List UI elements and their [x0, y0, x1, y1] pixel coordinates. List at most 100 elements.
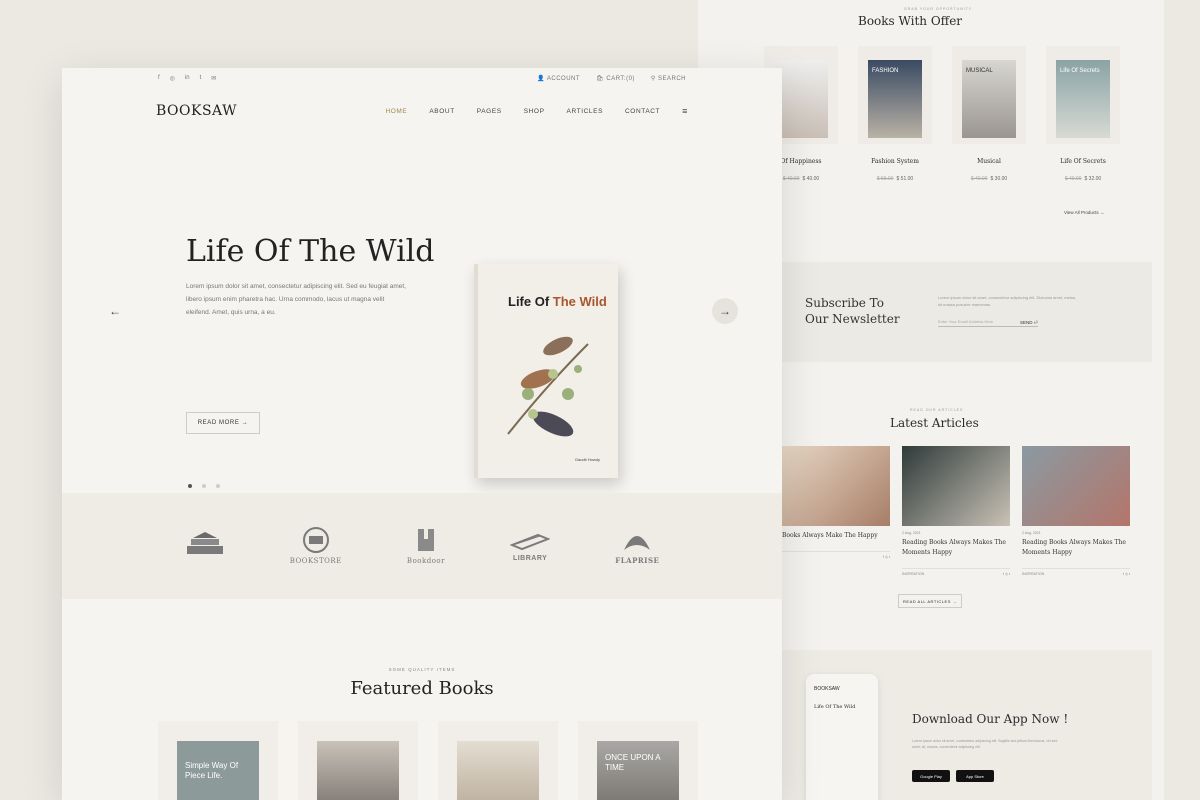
offer-name[interactable]: Musical [952, 158, 1026, 165]
search-link[interactable]: ⚲ SEARCH [651, 75, 686, 82]
offer-section-title: Books With Offer [858, 14, 963, 28]
flaprise-arch-icon [624, 535, 651, 550]
offer-cover-label: Life Of Secrets [1060, 68, 1100, 74]
featured-book-card[interactable] [438, 721, 558, 800]
top-links: 👤 ACCOUNT 🛍 CART:(0) ⚲ SEARCH [537, 75, 686, 82]
articles-tag: READ OUR ARTICLES [910, 408, 964, 412]
offer-price: $ 40.00 $ 32.00 [1064, 176, 1102, 182]
view-all-products-link[interactable]: View All Products → [1064, 210, 1104, 215]
offer-cards: FASHION MUSICAL Life Of Secrets [764, 46, 1120, 144]
nav-item-shop[interactable]: SHOP [524, 108, 545, 115]
instagram-icon[interactable]: ◎ [170, 75, 175, 82]
account-link[interactable]: 👤 ACCOUNT [537, 75, 580, 82]
offer-cover-image: FASHION [868, 60, 922, 138]
article-title[interactable]: Books Always Make The Happy [782, 531, 890, 541]
bird-illustration-icon [507, 336, 589, 437]
offer-name[interactable]: Life Of Secrets [1046, 158, 1120, 165]
hero-title: Life Of The Wild [186, 234, 435, 269]
offer-name[interactable]: Fashion System [858, 158, 932, 165]
main-nav: BOOKSAW HOME ABOUT PAGES SHOP ARTICLES C… [62, 88, 782, 134]
linkedin-icon[interactable]: in [185, 75, 190, 82]
offer-card[interactable]: Life Of Secrets [1046, 46, 1120, 144]
top-bar: f ◎ in t ✉ 👤 ACCOUNT 🛍 CART:(0) ⚲ SEARCH [62, 68, 782, 88]
featured-books-section: SOME QUALITY ITEMS Featured Books Simple… [62, 599, 782, 800]
featured-book-card[interactable]: Simple Way Of Piece Life. [158, 721, 278, 800]
newsletter-send-button[interactable]: SEND ⏎ [1020, 320, 1038, 326]
article-image [1022, 446, 1130, 526]
book-cover-author: Gaudit Howdy [574, 457, 600, 462]
offer-price: $ 40.00 $ 30.00 [970, 176, 1008, 182]
featured-title: Featured Books [350, 678, 494, 699]
slider-dot[interactable] [216, 484, 220, 488]
slider-dot[interactable] [188, 484, 192, 488]
featured-cover: Simple Way Of Piece Life. [177, 741, 259, 800]
offer-price: $ 55.00 $ 51.00 [876, 176, 914, 182]
read-more-button[interactable]: READ MORE → [186, 412, 260, 434]
newsletter-title: Subscribe To Our Newsletter [805, 296, 900, 326]
brand-logo: LIBRARY [510, 531, 551, 562]
article-title[interactable]: Reading Books Always Makes The Moments H… [902, 538, 1010, 558]
store-buttons: Google Play App Store [912, 770, 994, 782]
cart-link[interactable]: 🛍 CART:(0) [596, 75, 635, 82]
app-title: Download Our App Now ! [912, 712, 1069, 726]
nav-item-contact[interactable]: CONTACT [625, 108, 660, 115]
featured-cards: Simple Way Of Piece Life. ONCE UPON A TI… [158, 721, 698, 800]
articles-list: Books Always Make The Happy f ◎ t 2 Aug,… [782, 446, 1130, 576]
article-title[interactable]: Reading Books Always Makes The Moments H… [1022, 538, 1130, 558]
twitter-icon[interactable]: t [200, 75, 202, 82]
newsletter-text: Lorem ipsum dolor sit amet, consectetur … [938, 295, 1077, 307]
newsletter-section: Subscribe To Our Newsletter Lorem ipsum d… [760, 262, 1152, 362]
app-text: Lorem ipsum dolor sit amet, consectetur … [912, 739, 1058, 749]
homepage-preview: f ◎ in t ✉ 👤 ACCOUNT 🛍 CART:(0) ⚲ SEARCH… [62, 68, 782, 800]
article-card[interactable]: 2 Aug, 2021 Reading Books Always Makes T… [1022, 446, 1130, 576]
site-logo[interactable]: BOOKSAW [156, 103, 237, 119]
hero-slider: ← → Life Of The Wild Lorem ipsum dolor s… [62, 134, 782, 494]
hero-book-cover[interactable]: Life Of The Wild Gaudit Howdy [474, 264, 618, 478]
article-card[interactable]: 2 Aug, 2021 Reading Books Always Makes T… [902, 446, 1010, 576]
article-meta: INSPIRATION f ◎ t [902, 568, 1010, 576]
article-image [902, 446, 1010, 526]
featured-book-card[interactable]: ONCE UPON A TIME [578, 721, 698, 800]
article-date: 2 Aug, 2021 [1022, 531, 1041, 535]
featured-book-card[interactable] [298, 721, 418, 800]
social-links: f ◎ in t ✉ [158, 75, 216, 82]
hero-text: Lorem ipsum dolor sit amet, consectetur … [186, 283, 407, 316]
slider-dot[interactable] [202, 484, 206, 488]
article-meta: f ◎ t [782, 551, 890, 559]
brand-logo: Bookdoor [407, 527, 445, 565]
books-stack-icon [186, 532, 223, 554]
app-download-section: BOOKSAW Life Of The Wild Download Our Ap… [760, 650, 1152, 800]
article-meta: INSPIRATION f ◎ t [1022, 568, 1130, 576]
featured-cover [457, 741, 539, 800]
library-book-icon [510, 533, 551, 550]
offer-cover-label: MUSICAL [966, 68, 993, 74]
app-store-button[interactable]: App Store [956, 770, 994, 782]
article-date: 2 Aug, 2021 [902, 531, 921, 535]
nav-item-pages[interactable]: PAGES [477, 108, 502, 115]
article-card[interactable]: Books Always Make The Happy f ◎ t [782, 446, 890, 576]
brand-logo [185, 530, 225, 562]
offer-section-tag: GRAB YOUR OPPORTUNITY [904, 7, 973, 11]
prev-slide-arrow-icon[interactable]: ← [102, 298, 128, 324]
facebook-icon[interactable]: f [158, 75, 160, 82]
nav-item-home[interactable]: HOME [385, 108, 407, 115]
nav-item-about[interactable]: ABOUT [429, 108, 454, 115]
phone-logo: BOOKSAW [814, 686, 840, 692]
offer-card[interactable]: FASHION [858, 46, 932, 144]
brand-logo: FLAPRISE [615, 528, 659, 565]
bookdoor-icon [417, 529, 434, 551]
mail-icon[interactable]: ✉ [211, 75, 216, 82]
phone-title: Life Of The Wild [814, 704, 856, 710]
next-slide-arrow-icon[interactable]: → [712, 298, 738, 324]
offer-cover-image: Life Of Secrets [1056, 60, 1110, 138]
read-all-articles-button[interactable]: READ ALL ARTICLES → [898, 594, 962, 608]
google-play-button[interactable]: Google Play [912, 770, 950, 782]
article-image [782, 446, 890, 526]
slider-dots [188, 484, 220, 488]
offer-card[interactable]: MUSICAL [952, 46, 1026, 144]
phone-mockup: BOOKSAW Life Of The Wild [806, 674, 878, 800]
hamburger-menu-icon[interactable]: ≡ [682, 106, 688, 116]
nav-item-articles[interactable]: ARTICLES [567, 108, 603, 115]
brand-logos: BOOKSTORE Bookdoor LIBRARY FLAPRISE [62, 493, 782, 599]
featured-tag: SOME QUALITY ITEMS [388, 667, 456, 672]
